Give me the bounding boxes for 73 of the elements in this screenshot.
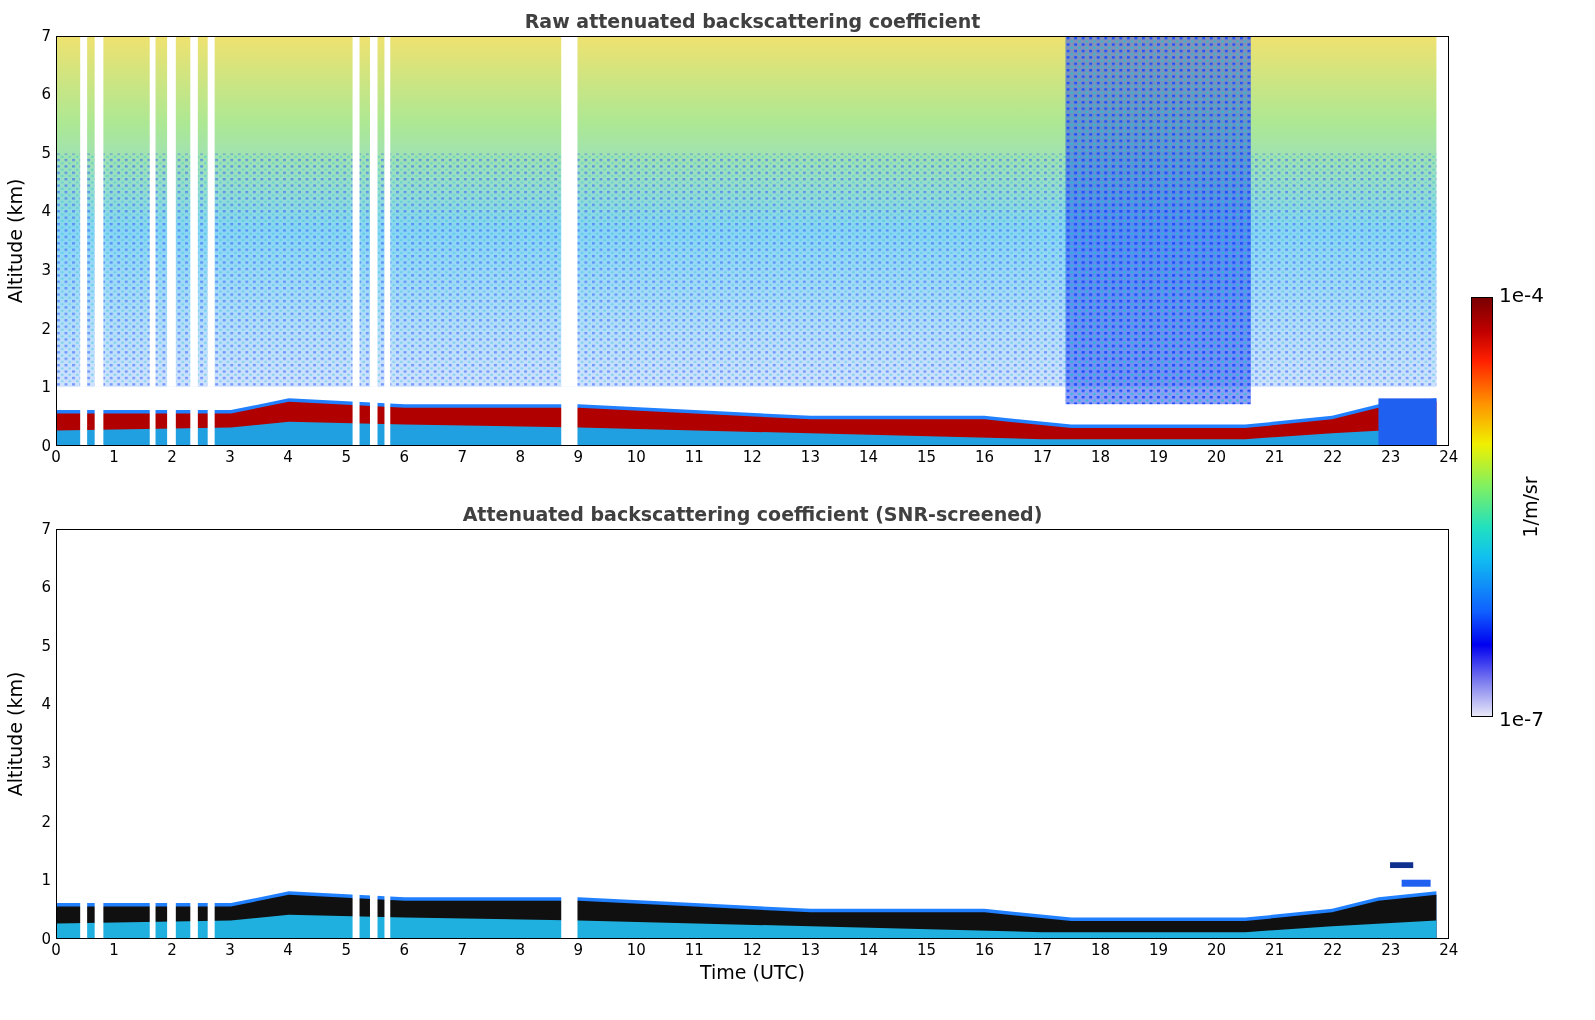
y-axis-label: Altitude (km) bbox=[4, 178, 26, 304]
y-tick-label: 4 bbox=[40, 694, 52, 716]
x-tick-label: 23 bbox=[1380, 940, 1402, 961]
y-tick-label: 2 bbox=[40, 318, 52, 340]
x-tick-label: 10 bbox=[625, 940, 647, 961]
x-tick-label: 21 bbox=[1264, 940, 1286, 961]
x-tick-label: 12 bbox=[741, 447, 763, 468]
plot-title: Attenuated backscattering coefficient (SNR-screened) bbox=[462, 502, 1043, 527]
x-tick-label: 2 bbox=[166, 940, 178, 961]
x-tick-label: 16 bbox=[973, 940, 996, 961]
x-tick-label: 18 bbox=[1090, 940, 1112, 961]
x-tick-label: 22 bbox=[1322, 940, 1344, 961]
x-tick-label: 4 bbox=[282, 940, 294, 961]
y-tick-label: 3 bbox=[40, 752, 52, 774]
x-tick-label: 0 bbox=[50, 940, 62, 961]
y-axis-label: Altitude (km) bbox=[4, 671, 26, 797]
x-tick-label: 20 bbox=[1206, 940, 1228, 961]
x-tick-label: 23 bbox=[1380, 447, 1402, 468]
x-tick-label: 1 bbox=[108, 447, 120, 468]
x-tick-label: 11 bbox=[683, 940, 705, 961]
plot-title: Raw attenuated backscattering coefficient bbox=[524, 9, 981, 34]
x-tick-label: 20 bbox=[1206, 447, 1228, 468]
x-tick-label: 17 bbox=[1032, 940, 1054, 961]
cloud-speck-mark bbox=[1390, 862, 1431, 887]
x-tick-label: 9 bbox=[572, 447, 585, 468]
x-tick-label: 9 bbox=[572, 940, 585, 961]
y-tick-label: 1 bbox=[40, 377, 52, 399]
x-tick-label: 2 bbox=[166, 447, 178, 468]
y-tick-label: 3 bbox=[40, 259, 52, 281]
x-tick-label: 21 bbox=[1264, 447, 1286, 468]
x-tick-label: 8 bbox=[514, 940, 526, 961]
x-tick-label: 6 bbox=[398, 447, 410, 468]
colorbar-min-label: 1e-7 bbox=[1499, 707, 1545, 731]
x-tick-label: 19 bbox=[1148, 940, 1170, 961]
x-tick-label: 13 bbox=[799, 940, 821, 961]
x-tick-label: 0 bbox=[50, 447, 62, 468]
x-tick-label: 18 bbox=[1090, 447, 1112, 468]
x-tick-label: 14 bbox=[857, 940, 879, 961]
y-tick-label: 5 bbox=[40, 635, 52, 657]
colorbar-max-label: 1e-4 bbox=[1499, 283, 1545, 307]
x-tick-label: 19 bbox=[1148, 447, 1170, 468]
x-tick-label: 15 bbox=[915, 940, 937, 961]
y-tick-label: 7 bbox=[40, 518, 52, 540]
x-tick-label: 17 bbox=[1032, 447, 1054, 468]
x-tick-label: 7 bbox=[456, 447, 468, 468]
x-tick-label: 22 bbox=[1322, 447, 1344, 468]
x-axis-label: Time (UTC) bbox=[700, 961, 805, 983]
x-tick-label: 14 bbox=[857, 447, 879, 468]
x-tick-label: 1 bbox=[108, 940, 120, 961]
x-tick-label: 11 bbox=[683, 447, 705, 468]
y-tick-label: 2 bbox=[40, 811, 52, 833]
x-tick-label: 6 bbox=[398, 940, 410, 961]
x-tick-label: 4 bbox=[282, 447, 294, 468]
colorbar-unit-label: 1/m/sr bbox=[1518, 476, 1541, 538]
x-tick-label: 7 bbox=[456, 940, 468, 961]
x-tick-label: 24 bbox=[1438, 940, 1460, 961]
x-tick-label: 12 bbox=[741, 940, 763, 961]
y-tick-label: 7 bbox=[40, 25, 52, 47]
x-tick-label: 3 bbox=[224, 940, 236, 961]
x-tick-label: 5 bbox=[340, 447, 352, 468]
x-tick-label: 13 bbox=[799, 447, 821, 468]
x-tick-label: 5 bbox=[340, 940, 352, 961]
x-tick-label: 24 bbox=[1438, 447, 1460, 468]
x-tick-label: 3 bbox=[224, 447, 236, 468]
x-tick-label: 10 bbox=[625, 447, 647, 468]
x-tick-label: 16 bbox=[973, 447, 996, 468]
y-tick-label: 6 bbox=[40, 577, 52, 599]
y-tick-label: 5 bbox=[40, 142, 52, 164]
x-tick-label: 8 bbox=[514, 447, 526, 468]
y-tick-label: 6 bbox=[40, 84, 52, 106]
y-tick-label: 1 bbox=[40, 870, 52, 892]
x-tick-label: 15 bbox=[915, 447, 937, 468]
y-tick-label: 4 bbox=[40, 201, 52, 223]
